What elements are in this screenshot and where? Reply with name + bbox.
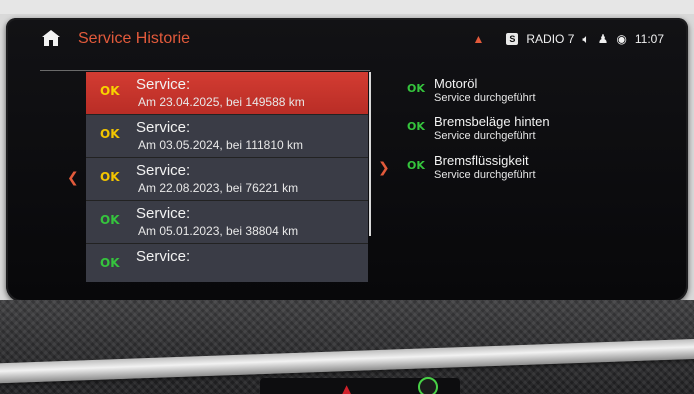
list-item[interactable]: OK Service: Am 05.01.2023, bei 38804 km xyxy=(86,201,368,244)
person-icon: ♟ xyxy=(597,32,609,46)
detail-name: Bremsbeläge hinten xyxy=(434,114,550,129)
ok-status: OK xyxy=(100,170,120,184)
display-bezel xyxy=(0,0,694,14)
phone-connection-icon: ◉ xyxy=(616,32,627,46)
ok-status: OK xyxy=(100,256,120,270)
vent-knob[interactable] xyxy=(418,377,438,394)
list-item[interactable]: OK Service: Am 03.05.2024, bei 111810 km xyxy=(86,115,368,158)
detail-item-bremsbelaege: OK Bremsbeläge hinten Service durchgefüh… xyxy=(407,114,657,150)
ok-status: OK xyxy=(407,82,425,95)
source-badge: S xyxy=(506,33,519,45)
service-title: Service: xyxy=(136,248,191,265)
ok-status: OK xyxy=(100,127,120,141)
clock: 11:07 xyxy=(634,32,664,46)
status-indicators: ▲ S RADIO 7 🔈︎ ♟ ◉ 11:07 xyxy=(472,28,664,50)
detail-status: Service durchgeführt xyxy=(434,92,536,104)
home-icon[interactable] xyxy=(40,28,62,48)
list-item[interactable]: OK Service: xyxy=(86,244,368,282)
speaker-icon: 🔈︎ xyxy=(582,31,590,46)
service-detail: Am 03.05.2024, bei 111810 km xyxy=(138,138,303,152)
detail-item-bremsfluessigkeit: OK Bremsflüssigkeit Service durchgeführt xyxy=(407,153,657,189)
detail-item-motoroel: OK Motoröl Service durchgeführt xyxy=(407,76,657,112)
chevron-left-icon[interactable]: ❮ xyxy=(67,170,79,186)
title-divider xyxy=(40,70,370,71)
service-title: Service: xyxy=(136,205,191,222)
detail-name: Bremsflüssigkeit xyxy=(434,153,529,168)
page-title: Service Historie xyxy=(78,30,191,47)
scrollbar[interactable] xyxy=(369,72,371,236)
list-item[interactable]: OK Service: Am 22.08.2023, bei 76221 km xyxy=(86,158,368,201)
service-title: Service: xyxy=(136,162,191,179)
list-item[interactable]: OK Service: Am 23.04.2025, bei 149588 km xyxy=(86,72,368,115)
service-history-list: OK Service: Am 23.04.2025, bei 149588 km… xyxy=(86,72,368,282)
service-detail: Am 22.08.2023, bei 76221 km xyxy=(138,181,299,195)
status-bar: Service Historie ▲ S RADIO 7 🔈︎ ♟ ◉ 11:0… xyxy=(40,28,664,50)
service-title: Service: xyxy=(136,119,191,136)
service-detail: Am 05.01.2023, bei 38804 km xyxy=(138,224,299,238)
detail-status: Service durchgeführt xyxy=(434,169,536,181)
service-title: Service: xyxy=(136,76,191,93)
service-detail: Am 23.04.2025, bei 149588 km xyxy=(138,95,305,109)
radio-station[interactable]: RADIO 7 xyxy=(526,32,574,46)
ok-status: OK xyxy=(407,120,425,133)
ok-status: OK xyxy=(100,213,120,227)
hazard-icon[interactable]: ▲ xyxy=(342,382,351,394)
car-scene: Service Historie ▲ S RADIO 7 🔈︎ ♟ ◉ 11:0… xyxy=(0,0,694,394)
ok-status: OK xyxy=(100,84,120,98)
ok-status: OK xyxy=(407,159,425,172)
detail-name: Motoröl xyxy=(434,76,478,91)
chevron-right-icon[interactable]: ❯ xyxy=(378,160,390,176)
detail-status: Service durchgeführt xyxy=(434,130,536,142)
chevron-up-icon[interactable]: ▲ xyxy=(472,32,484,46)
